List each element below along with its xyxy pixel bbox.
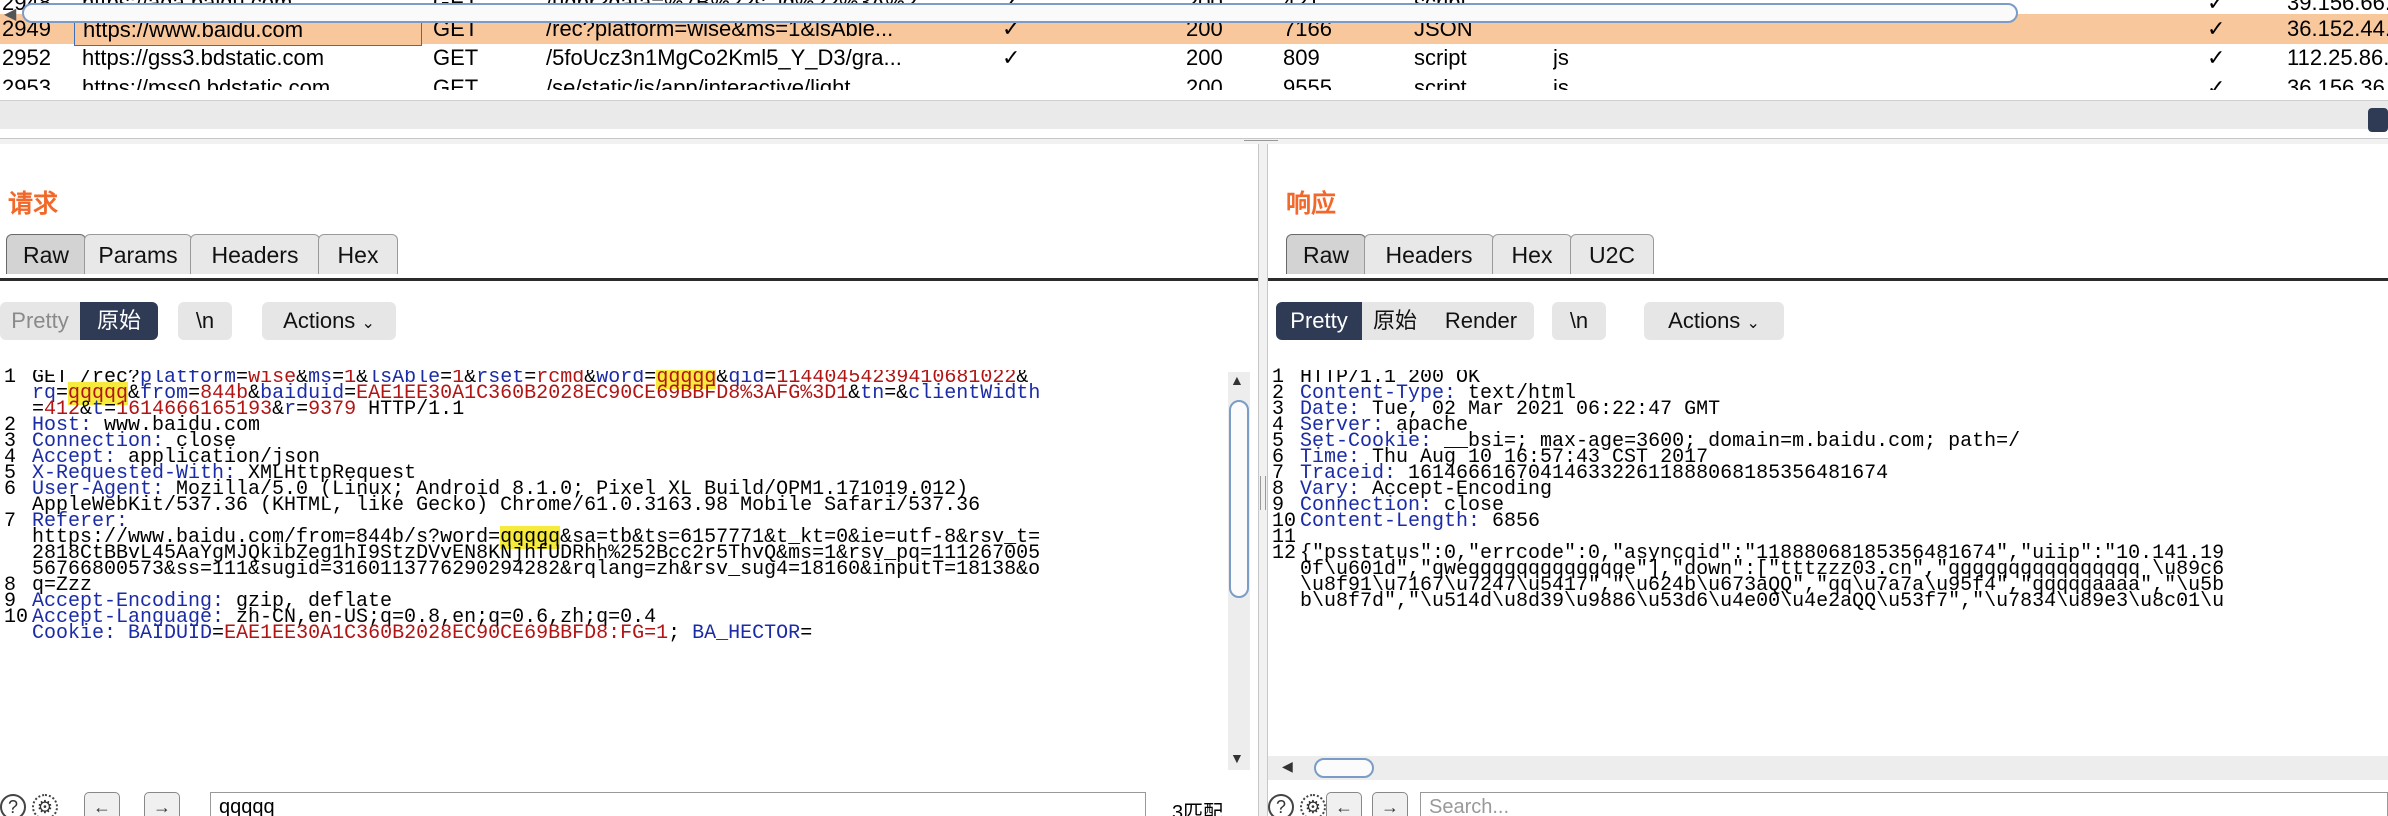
arrow-right-icon[interactable]: →	[144, 792, 180, 816]
history-cell-ext: js	[1553, 45, 1569, 70]
history-cell-ip: 36.156.36.4	[2287, 75, 2388, 90]
chevron-down-icon: ⌄	[1746, 315, 1760, 332]
chevron-down-icon: ⌄	[361, 315, 375, 332]
request-scroll-thumb[interactable]	[1229, 400, 1249, 598]
history-cell-check2: ✓	[2207, 16, 2226, 41]
request-pane: 请求 Raw Params Headers Hex Pretty 原始 \n A…	[0, 144, 1258, 816]
history-cell-check2: ✓	[2207, 45, 2226, 70]
request-view-toolbar: Pretty 原始 \n Actions ⌄	[0, 302, 1258, 342]
tab-headers[interactable]: Headers	[190, 234, 320, 274]
history-cell-ip: 112.25.86.1	[2287, 45, 2388, 70]
pretty-toggle[interactable]: Pretty	[1276, 302, 1362, 340]
arrow-left-icon[interactable]: ←	[84, 792, 120, 816]
history-scroll-thumb[interactable]	[22, 3, 2018, 23]
layout-toggle-icon[interactable]	[2368, 108, 2388, 132]
history-cell-host: https://mss0.bdstatic.com	[82, 75, 331, 90]
gear-icon[interactable]: ⚙	[1300, 794, 1326, 816]
vertical-splitter-grip-icon[interactable]	[1260, 476, 1266, 510]
request-line: AppleWebKit/537.36 (KHTML, like Gecko) C…	[32, 494, 981, 517]
scroll-left-arrow-icon[interactable]: ◀	[1282, 758, 1293, 775]
response-horizontal-scrollbar[interactable]	[1268, 756, 2388, 780]
header-value: 6856	[1480, 510, 1541, 533]
response-search-input[interactable]	[1420, 792, 2388, 816]
history-cell-url: /se/static/js/app/interactive/light...	[546, 75, 869, 90]
request-line: Cookie: BAIDUID=EAE1EE30A1C360B2028EC90C…	[32, 622, 813, 645]
header-key: Content-Length:	[1300, 510, 1481, 533]
history-row[interactable]: 2952 https://gss3.bdstatic.com GET/5foUcz3…	[0, 43, 2388, 73]
tab-params[interactable]: Params	[84, 234, 192, 274]
history-horizontal-scrollbar[interactable]	[0, 100, 2388, 129]
history-cell-mime: script	[1414, 45, 1467, 70]
history-cell-ext: js	[1553, 75, 1569, 90]
help-icon[interactable]: ?	[0, 794, 26, 816]
history-cell-check2: ✓	[2207, 75, 2226, 90]
scroll-up-arrow-icon[interactable]: ▲	[1230, 372, 1244, 388]
header-value: b\u8f7d","\u514d\u8d39\u9886\u53d6\u4e00…	[1300, 590, 2225, 613]
history-cell-length: 9555	[1283, 75, 1332, 90]
history-cell-ip: 36.152.44.9	[2287, 16, 2388, 41]
history-cell-method: GET	[433, 75, 479, 90]
response-pane: 响应 Raw Headers Hex U2C Pretty 原始 Render …	[1268, 144, 2388, 816]
request-editor[interactable]: GET /rec?platform=wise&ms=1&lsAble=1&rse…	[0, 370, 1220, 770]
raw-toggle[interactable]: 原始	[80, 302, 158, 340]
history-cell-method: GET	[433, 45, 479, 70]
response-line: b\u8f7d","\u514d\u8d39\u9886\u53d6\u4e00…	[1300, 592, 2224, 612]
response-search-bar: ? ⚙ ← →	[1268, 792, 2388, 816]
actions-menu-button[interactable]: Actions ⌄	[1644, 302, 1784, 340]
render-toggle[interactable]: Render	[1428, 302, 1534, 340]
history-cell-num: 2952	[2, 45, 51, 70]
history-cell-status: 200	[1186, 45, 1223, 70]
newline-toggle[interactable]: \n	[1552, 302, 1606, 340]
tab-u2c[interactable]: U2C	[1570, 234, 1654, 274]
history-cell-status: 200	[1186, 75, 1223, 90]
response-line: Content-Length: 6856	[1300, 512, 1540, 532]
request-title: 请求	[8, 190, 59, 218]
gear-icon[interactable]: ⚙	[32, 794, 58, 816]
history-row[interactable]: 2953 https://mss0.bdstatic.com GET/se/stat…	[0, 73, 2388, 90]
pretty-toggle[interactable]: Pretty	[0, 302, 80, 340]
history-cell-mime: script	[1414, 75, 1467, 90]
scroll-down-arrow-icon[interactable]: ▼	[1230, 750, 1244, 766]
request-tabbar: Raw Params Headers Hex	[0, 234, 1258, 281]
tab-headers[interactable]: Headers	[1364, 234, 1494, 274]
history-cell-length: 809	[1283, 45, 1320, 70]
response-view-toolbar: Pretty 原始 Render \n Actions ⌄	[1268, 302, 2388, 342]
actions-menu-button[interactable]: Actions ⌄	[262, 302, 396, 340]
response-title: 响应	[1286, 190, 1337, 218]
newline-toggle[interactable]: \n	[178, 302, 232, 340]
request-search-input[interactable]	[210, 792, 1146, 816]
raw-toggle[interactable]: 原始	[1362, 302, 1428, 340]
history-cell-url: /5foUcz3n1MgCo2Kml5_Y_D3/gra...	[546, 45, 902, 70]
request-line: 56766800573&ss=111&sugid=316011377629029…	[32, 558, 1041, 581]
help-icon[interactable]: ?	[1268, 794, 1294, 816]
response-editor[interactable]: HTTP/1.1 200 OK Content-Type: text/html Da…	[1268, 370, 2388, 770]
tab-raw[interactable]: Raw	[1286, 234, 1366, 274]
match-count: 3匹配	[1172, 802, 1224, 816]
arrow-left-icon[interactable]: ←	[1326, 792, 1362, 816]
tab-hex[interactable]: Hex	[1492, 234, 1572, 274]
scroll-left-arrow-icon[interactable]: ◀	[4, 4, 16, 24]
response-tabbar: Raw Headers Hex U2C	[1268, 234, 2388, 281]
history-cell-num: 2953	[2, 75, 51, 90]
actions-label: Actions	[283, 308, 356, 333]
tab-hex[interactable]: Hex	[318, 234, 398, 274]
request-search-bar: ? ⚙ ← → 3匹配	[0, 792, 1258, 816]
actions-label: Actions	[1668, 308, 1741, 333]
history-cell-host: https://gss3.bdstatic.com	[82, 45, 325, 70]
tab-raw[interactable]: Raw	[6, 234, 86, 274]
history-cell-check: ✓	[1002, 45, 1021, 70]
arrow-right-icon[interactable]: →	[1372, 792, 1408, 816]
response-scroll-thumb[interactable]	[1314, 758, 1374, 778]
